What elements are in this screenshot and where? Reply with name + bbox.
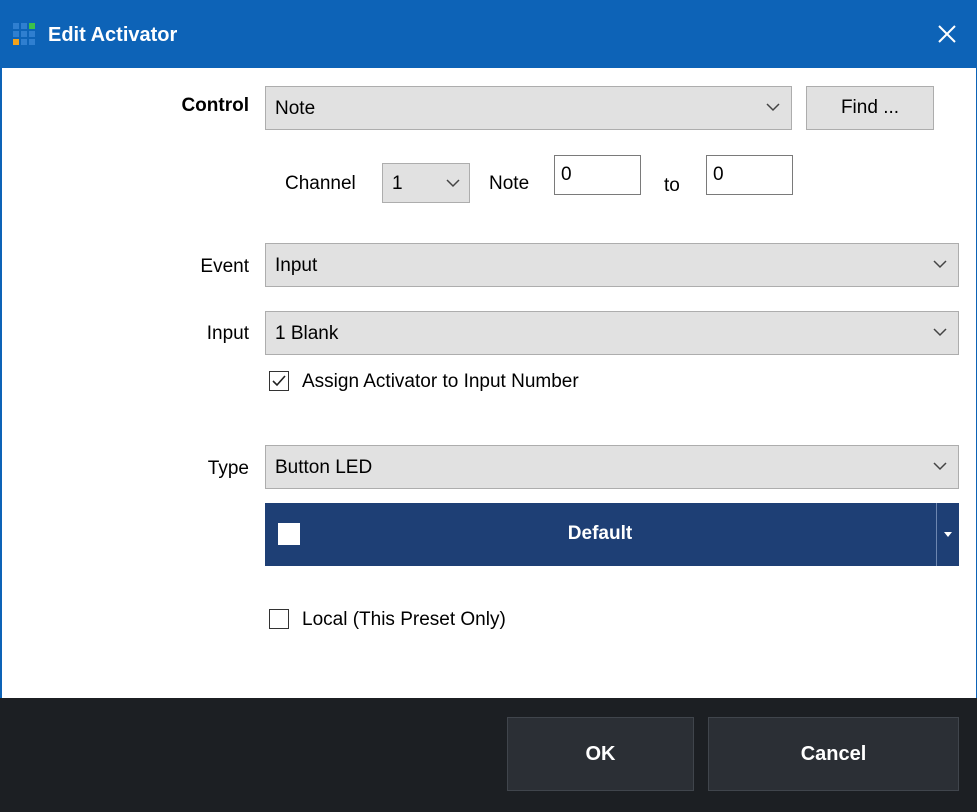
note-from-input[interactable] [555, 156, 640, 194]
note-to-field[interactable] [706, 155, 793, 195]
note-to-label: to [664, 175, 680, 196]
window-title: Edit Activator [48, 24, 178, 46]
find-button[interactable]: Find ... [806, 86, 934, 130]
chevron-down-icon [446, 179, 460, 188]
type-label: Type [207, 458, 249, 479]
close-button[interactable] [917, 0, 977, 68]
note-from-field[interactable] [554, 155, 641, 195]
ok-button[interactable]: OK [507, 717, 694, 791]
local-preset-label[interactable]: Local (This Preset Only) [302, 609, 506, 631]
control-label: Control [181, 95, 249, 116]
control-select[interactable]: Note [265, 86, 792, 130]
event-label: Event [200, 256, 249, 277]
dialog-footer: OK Cancel [0, 698, 977, 812]
cancel-button[interactable]: Cancel [708, 717, 959, 791]
note-label: Note [489, 173, 530, 194]
app-grid-icon [13, 23, 37, 47]
channel-select-value: 1 [392, 173, 403, 194]
type-select[interactable]: Button LED [265, 445, 959, 489]
channel-label: Channel [285, 173, 356, 194]
local-preset-checkbox[interactable] [269, 609, 289, 629]
color-button-divider [936, 503, 937, 566]
checkmark-icon [272, 375, 286, 387]
assign-activator-label[interactable]: Assign Activator to Input Number [302, 371, 579, 393]
chevron-down-icon [933, 328, 947, 337]
window-border-left [0, 68, 2, 698]
input-select[interactable]: 1 Blank [265, 311, 959, 355]
channel-select[interactable]: 1 [382, 163, 470, 203]
note-to-input[interactable] [707, 156, 792, 194]
assign-activator-checkbox[interactable] [269, 371, 289, 391]
input-label: Input [206, 323, 249, 344]
color-button-label: Default [567, 523, 633, 544]
chevron-down-icon [766, 103, 780, 112]
event-select-value: Input [275, 255, 318, 276]
dropdown-arrow-icon[interactable] [944, 532, 952, 537]
close-icon [938, 25, 956, 43]
title-bar[interactable]: Edit Activator [0, 0, 977, 68]
control-select-value: Note [275, 98, 316, 119]
type-select-value: Button LED [275, 457, 373, 478]
chevron-down-icon [933, 462, 947, 471]
chevron-down-icon [933, 260, 947, 269]
color-dropdown-button[interactable]: Default [265, 503, 959, 566]
input-select-value: 1 Blank [275, 323, 339, 344]
edit-activator-dialog: Edit Activator Control Note Find ... Cha… [0, 0, 977, 812]
event-select[interactable]: Input [265, 243, 959, 287]
